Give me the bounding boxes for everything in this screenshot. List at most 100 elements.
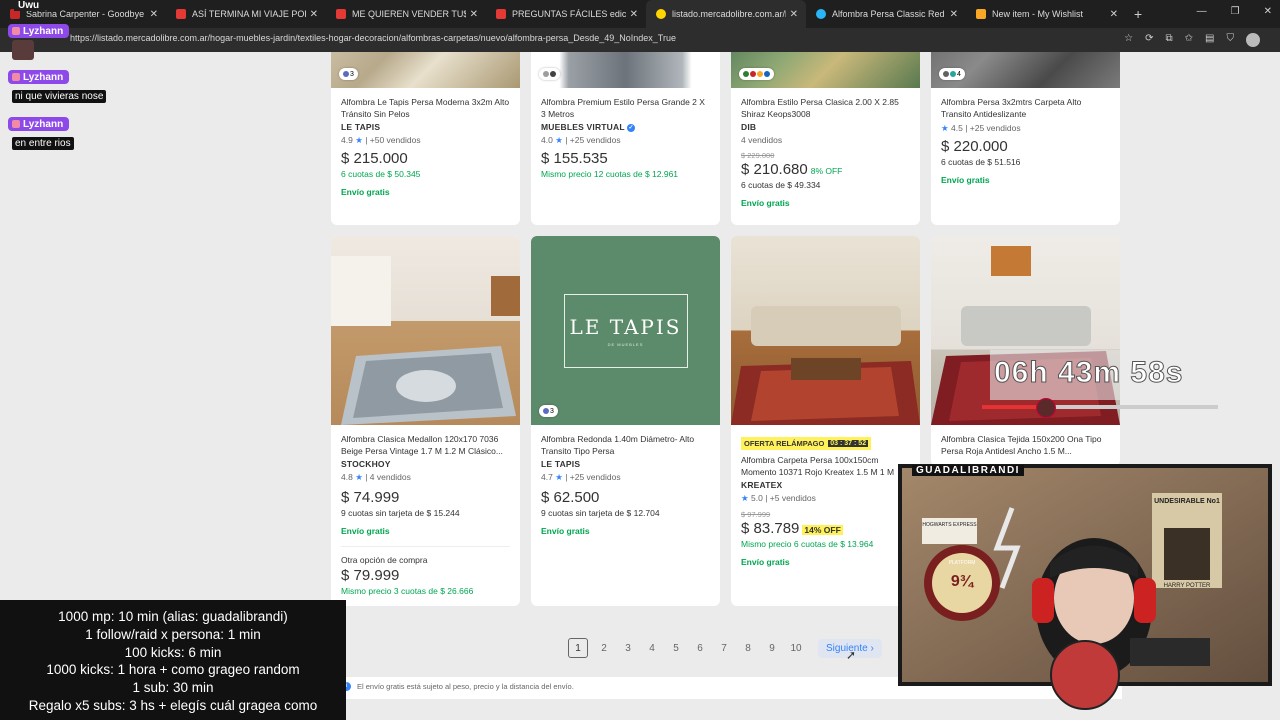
product-title[interactable]: Alfombra Estilo Persa Clasica 2.00 X 2.8… xyxy=(741,96,910,120)
platform-word: PLATFORM xyxy=(948,560,976,566)
star-icon: ★ xyxy=(555,472,563,482)
page-10[interactable]: 10 xyxy=(784,638,808,658)
poster-title: UNDESIRABLE No1 xyxy=(1154,498,1220,505)
product-image[interactable] xyxy=(731,236,920,425)
heart-icon xyxy=(12,73,20,81)
rating: 4.8 ★ | 4 vendidos xyxy=(341,472,411,482)
page-2[interactable]: 2 xyxy=(592,638,616,658)
product-image[interactable] xyxy=(331,236,520,425)
product-title[interactable]: Alfombra Premium Estilo Persa Grande 2 X… xyxy=(541,96,710,120)
star-icon: ★ xyxy=(555,135,563,145)
tab-3[interactable]: PREGUNTAS FÁCILES edicion espe ✕ xyxy=(486,0,646,28)
product-card[interactable]: Alfombra Estilo Persa Clasica 2.00 X 2.8… xyxy=(731,52,920,225)
page-1[interactable]: 1 xyxy=(568,638,588,658)
installments: 9 cuotas sin tarjeta de $ 12.704 xyxy=(541,508,660,518)
color-variants-chip xyxy=(539,68,560,80)
rating: 4.0 ★ | +25 vendidos xyxy=(541,135,621,145)
deal-countdown: 03 : 37 : 52 xyxy=(828,440,869,447)
platform-number: 9¾ xyxy=(950,573,974,590)
subathon-timer: 06h 43m 58s xyxy=(993,356,1184,390)
product-image[interactable] xyxy=(531,52,720,88)
rule-line: 1 follow/raid x persona: 1 min xyxy=(85,626,261,642)
close-tab-icon[interactable]: ✕ xyxy=(1110,9,1118,20)
logo-frame: LE TAPIS DE MUEBLES xyxy=(563,293,688,368)
product-card[interactable]: OFERTA RELÁMPAGO 03 : 37 : 52 Alfombra Ca… xyxy=(731,236,920,606)
product-title[interactable]: Alfombra Le Tapis Persa Moderna 3x2m Alt… xyxy=(341,96,510,120)
close-tab-icon[interactable]: ✕ xyxy=(950,9,958,20)
tab-2[interactable]: ME QUIEREN VENDER TU$$I en LA ✕ xyxy=(326,0,486,28)
product-image[interactable]: 4 xyxy=(931,52,1120,88)
shipping: Envío gratis xyxy=(541,526,590,536)
price: $ 74.999 xyxy=(341,489,400,506)
url-field[interactable]: https://listado.mercadolibre.com.ar/hoga… xyxy=(70,33,676,43)
installments: 6 cuotas de $ 50.345 xyxy=(341,169,421,179)
profile-avatar[interactable] xyxy=(1246,33,1260,47)
extensions-icon[interactable]: ⧉ xyxy=(1166,33,1173,47)
shipping: Envío gratis xyxy=(741,557,790,567)
color-variants-chip: 3 xyxy=(339,68,358,80)
shield-icon[interactable]: ⛉ xyxy=(1227,33,1235,47)
tab-title: ME QUIEREN VENDER TU$$I en LA xyxy=(352,9,466,19)
original-price: $ 229.000 xyxy=(741,151,775,160)
tab-5[interactable]: Alfombra Persa Classic Red Borde ✕ xyxy=(806,0,966,28)
brand: MUEBLES VIRTUAL ✓ xyxy=(541,122,636,132)
tab-title: ASÍ TERMINA MI VIAJE POR ARGE xyxy=(192,9,306,19)
product-card[interactable]: LE TAPIS DE MUEBLES 3 Alfombra Redonda 1… xyxy=(531,236,720,606)
close-tab-icon[interactable]: ✕ xyxy=(630,9,638,20)
brand: STOCKHOY xyxy=(341,459,391,469)
refresh-icon[interactable]: ⟳ xyxy=(1145,33,1153,47)
product-image[interactable] xyxy=(731,52,920,88)
tab-4[interactable]: listado.mercadolibre.com.ar/hogar ✕ xyxy=(646,0,806,28)
page-8[interactable]: 8 xyxy=(736,638,760,658)
product-title[interactable]: Alfombra Carpeta Persa 100x150cm Momento… xyxy=(741,454,910,478)
tab-1[interactable]: ASÍ TERMINA MI VIAJE POR ARGE ✕ xyxy=(166,0,326,28)
collections-icon[interactable]: ▤ xyxy=(1205,33,1214,47)
close-tab-icon[interactable]: ✕ xyxy=(470,9,478,20)
brand: LE TAPIS xyxy=(541,459,581,469)
shipping: Envío gratis xyxy=(341,187,390,197)
chat-avatar xyxy=(12,40,34,60)
stream-label: Uwu xyxy=(14,0,44,11)
color-variants-chip: 4 xyxy=(939,68,965,80)
product-card[interactable]: 3 Alfombra Le Tapis Persa Moderna 3x2m A… xyxy=(331,52,520,225)
product-card[interactable]: Alfombra Clasica Medallon 120x170 7036 B… xyxy=(331,236,520,606)
close-tab-icon[interactable]: ✕ xyxy=(310,9,318,20)
close-tab-icon[interactable]: ✕ xyxy=(150,9,158,20)
product-card[interactable]: 4 Alfombra Persa 3x2mtrs Carpeta Alto Tr… xyxy=(931,52,1120,225)
rug-photo xyxy=(331,256,520,425)
page-5[interactable]: 5 xyxy=(664,638,688,658)
rating: ★ 5.0 | +5 vendidos xyxy=(741,493,816,503)
logo-text: LE TAPIS xyxy=(569,314,682,339)
page-4[interactable]: 4 xyxy=(640,638,664,658)
page-3[interactable]: 3 xyxy=(616,638,640,658)
alt-price: $ 79.999 xyxy=(341,567,400,584)
page-9[interactable]: 9 xyxy=(760,638,784,658)
product-image[interactable]: 3 xyxy=(331,52,520,88)
divider xyxy=(341,546,510,547)
close-tab-icon[interactable]: ✕ xyxy=(790,9,798,20)
address-bar: https://listado.mercadolibre.com.ar/hoga… xyxy=(0,28,1280,52)
streamer-avatar xyxy=(1050,640,1120,710)
rule-line: 100 kicks: 6 min xyxy=(124,644,222,660)
product-title[interactable]: Alfombra Redonda 1.40m Diámetro- Alto Tr… xyxy=(541,433,710,457)
page-7[interactable]: 7 xyxy=(712,638,736,658)
hogwarts-sign: HOGWARTS EXPRESS xyxy=(922,522,977,528)
minimize-icon[interactable]: — xyxy=(1197,6,1207,17)
product-card[interactable]: Alfombra Premium Estilo Persa Grande 2 X… xyxy=(531,52,720,225)
new-tab-icon[interactable]: + xyxy=(1134,6,1142,22)
favorites-icon[interactable]: ✩ xyxy=(1185,33,1193,47)
product-title[interactable]: Alfombra Clasica Tejida 150x200 Ona Tipo… xyxy=(941,433,1110,457)
alt-option-label: Otra opción de compra xyxy=(341,555,428,565)
close-window-icon[interactable]: ✕ xyxy=(1264,6,1272,17)
maximize-icon[interactable]: ❐ xyxy=(1231,6,1240,17)
star-icon[interactable]: ☆ xyxy=(1124,33,1133,47)
youtube-icon xyxy=(496,9,506,19)
rule-line: 1000 mp: 10 min (alias: guadalibrandi) xyxy=(58,609,288,624)
heart-icon xyxy=(12,120,20,128)
loading-icon xyxy=(656,9,666,19)
tab-6[interactable]: New item - My Wishlist ✕ xyxy=(966,0,1126,28)
product-title[interactable]: Alfombra Clasica Medallon 120x170 7036 B… xyxy=(341,433,510,457)
product-title[interactable]: Alfombra Persa 3x2mtrs Carpeta Alto Tran… xyxy=(941,96,1110,120)
product-image[interactable]: LE TAPIS DE MUEBLES 3 xyxy=(531,236,720,425)
page-6[interactable]: 6 xyxy=(688,638,712,658)
